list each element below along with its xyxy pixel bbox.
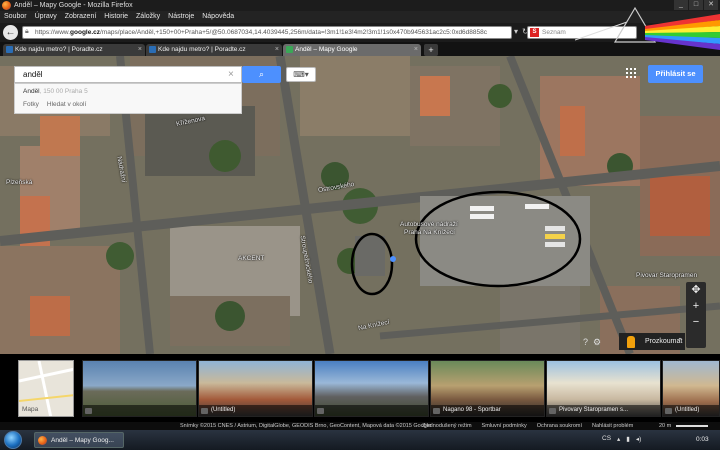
url-prefix: https://www. [35,29,71,36]
zoom-controls: ✥ + − [686,282,706,348]
tab-label: Kde najdu metro? | Poradte.cz [15,46,103,53]
tab-poradte-1[interactable]: Kde najdu metro? | Poradte.cz × [3,44,145,56]
photo-strip: (Untitled) Nagano 98 - Sportbar Pivovary… [0,354,720,422]
maps-search-value: anděl [23,70,43,79]
address-bar[interactable]: 🔒︎ https://www.google.cz/maps/place/Andě… [22,26,512,39]
map-mode-toggle[interactable]: Mapa [18,360,74,417]
terms-link[interactable]: Smluvní podmínky [482,422,527,430]
volume-icon[interactable]: ◂) [636,435,641,443]
photo-caption: Pivovary Staropramen s... [547,405,660,416]
bus-station-label[interactable]: Autobusové nádraží [400,221,458,228]
akcent-label[interactable]: AKCENT [238,255,264,262]
seznam-icon: S [530,28,539,37]
minimap-label: Mapa [22,406,39,413]
menu-help[interactable]: Nápověda [202,11,234,23]
staropramen-label[interactable]: Pivovar Staropramen [636,272,697,279]
footer-links: Zjednodušený režim Smluvní podmínky Ochr… [422,422,633,430]
pegman-icon[interactable] [627,336,635,348]
menu-tools[interactable]: Nástroje [168,11,194,23]
photo-thumbnail[interactable] [82,360,197,417]
search-suggestion[interactable]: Anděl, 150 00 Praha 5 Fotky Hledat v oko… [14,83,242,114]
tab-close-icon[interactable]: × [275,44,279,56]
theme-prism-graphic [575,6,720,50]
tab-maps[interactable]: Anděl – Mapy Google × [283,44,421,56]
report-problem-link[interactable]: Nahlásit problém [592,422,633,430]
photo-thumbnail[interactable]: Pivovary Staropramen s... [546,360,661,417]
settings-icon[interactable]: ⚙ [593,334,601,350]
url-rest: /maps/place/Anděl,+150+00+Praha+5/@50.06… [100,29,488,36]
photo-caption [315,405,428,416]
photo-thumbnail[interactable]: (Untitled) [198,360,313,417]
window-title: Anděl – Mapy Google - Mozilla Firefox [14,2,133,9]
photo-caption [83,405,196,416]
help-icon[interactable]: ? [583,334,588,350]
chevron-up-icon[interactable]: ⌃ [677,337,683,345]
tab-poradte-2[interactable]: Kde najdu metro? | Poradte.cz × [146,44,282,56]
url-domain: google.cz [70,29,101,36]
zoom-out-button[interactable]: − [686,314,706,330]
street-label: Plzeňská [6,179,33,186]
taskbar-item-label: Anděl – Mapy Goog... [51,437,114,444]
language-indicator[interactable]: CS [602,435,611,443]
compass-icon[interactable]: ✥ [686,282,706,298]
firefox-icon [38,436,47,445]
photo-caption: (Untitled) [199,405,312,416]
tab-favicon [6,46,13,53]
firefox-icon [2,1,11,10]
sign-in-button[interactable]: Přihlásit se [648,65,703,83]
tab-close-icon[interactable]: × [138,44,142,56]
menu-edit[interactable]: Úpravy [35,11,57,23]
photo-thumbnail[interactable]: Nagano 98 - Sportbar [430,360,545,417]
photo-thumbnail[interactable] [314,360,429,417]
photo-thumbnail[interactable]: (Untitled) [662,360,720,417]
menu-bookmarks[interactable]: Záložky [136,11,160,23]
privacy-link[interactable]: Ochrana soukromí [537,422,582,430]
bus-station-sublabel[interactable]: Praha Na Knížecí [404,229,455,236]
system-tray: CS ▴ ▮ ◂) [602,435,641,443]
map-bottom-controls: ? ⚙ [583,334,601,350]
tab-close-icon[interactable]: × [414,44,418,56]
menu-history[interactable]: Historie [104,11,128,23]
keyboard-icon[interactable]: ⌨▾ [286,67,316,82]
screen: Anděl – Mapy Google - Mozilla Firefox _ … [0,0,720,450]
lock-icon: 🔒︎ [25,28,29,35]
menu-view[interactable]: Zobrazení [65,11,97,23]
scale-bar [676,425,708,427]
maps-search-button[interactable]: ⌕ [242,66,281,83]
new-tab-button[interactable]: + [424,44,438,56]
tab-favicon [286,46,293,53]
search-engine-placeholder: Seznam [542,29,566,36]
zoom-in-button[interactable]: + [686,298,706,314]
tab-label: Anděl – Mapy Google [295,46,358,53]
clear-search-icon[interactable]: × [228,68,234,82]
dropdown-arrow-icon[interactable]: ▾ [514,27,518,36]
suggestion-detail: , 150 00 Praha 5 [39,88,88,95]
photo-caption: Nagano 98 - Sportbar [431,405,544,416]
photo-caption: (Untitled) [663,405,719,416]
taskbar-firefox-item[interactable]: Anděl – Mapy Goog... [34,432,124,448]
maps-search-input[interactable]: anděl × [14,66,242,83]
menu-file[interactable]: Soubor [4,11,27,23]
scale-label: 20 m [659,423,672,429]
clock[interactable]: 0:03 [696,436,709,443]
lite-mode-link[interactable]: Zjednodušený režim [422,422,472,430]
attribution-text: Snímky ©2015 CNES / Astrium, DigitalGlob… [180,423,432,429]
photos-link[interactable]: Fotky [23,101,39,108]
tab-favicon [149,46,156,53]
map-footer: Snímky ©2015 CNES / Astrium, DigitalGlob… [0,422,720,430]
back-button[interactable]: ← [3,25,18,40]
tab-label: Kde najdu metro? | Poradte.cz [158,46,246,53]
windows-taskbar: Anděl – Mapy Goog... CS ▴ ▮ ◂) 0:03 [0,430,720,450]
suggestion-main: Anděl [23,88,40,95]
maps-search-panel: anděl × Anděl, 150 00 Praha 5 Fotky Hled… [14,66,242,114]
tray-arrow-icon[interactable]: ▴ [617,435,620,443]
search-nearby-link[interactable]: Hledat v okolí [47,101,86,108]
network-icon[interactable]: ▮ [626,435,630,443]
apps-grid-icon[interactable] [626,68,636,78]
suggestion-links: Fotky Hledat v okolí [23,101,86,108]
suggestion-text: Anděl, 150 00 Praha 5 [23,88,88,95]
start-button[interactable] [4,431,22,449]
